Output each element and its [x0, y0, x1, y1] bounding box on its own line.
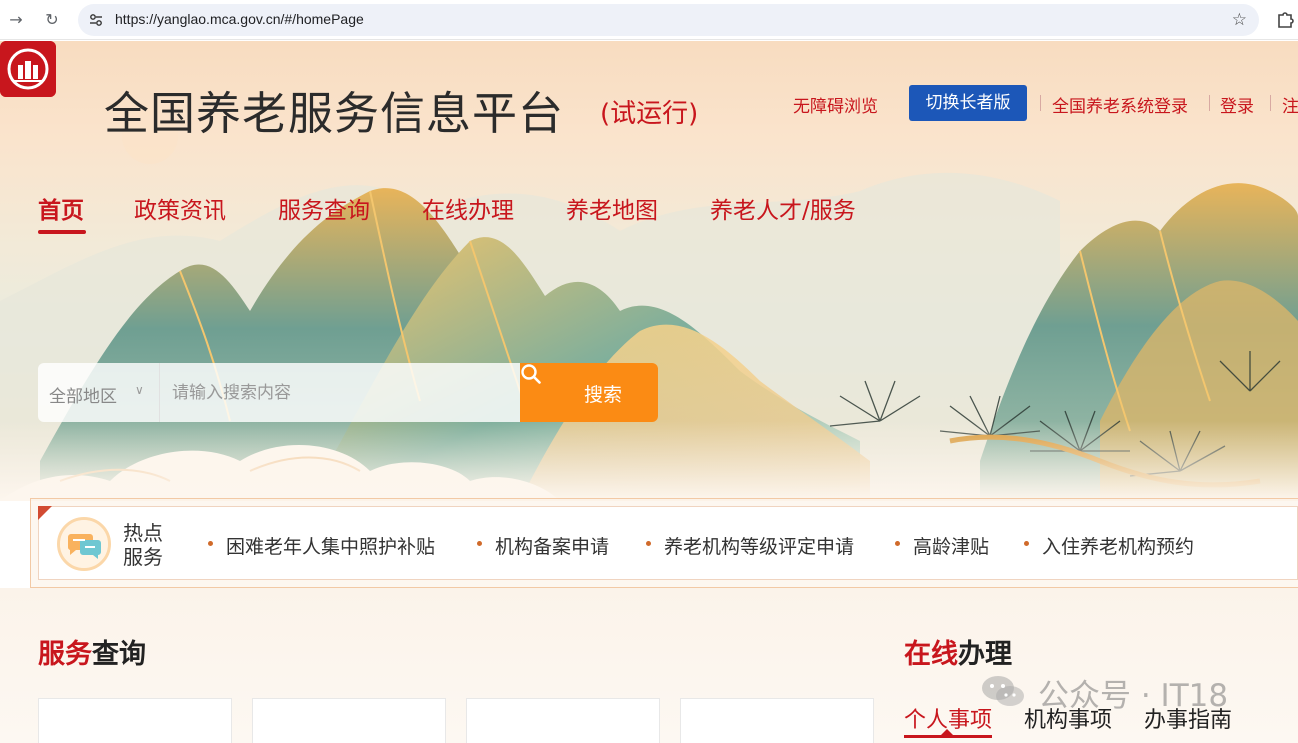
- divider: [1270, 95, 1271, 111]
- hero-banner: 全国养老服务信息平台 (试运行) 无障碍浏览 切换长者版 全国养老系统登录 登录…: [0, 41, 1298, 501]
- nav-online-service[interactable]: 在线办理: [422, 191, 514, 225]
- reload-icon[interactable]: ↻: [41, 9, 63, 31]
- url-text[interactable]: https://yanglao.mca.gov.cn/#/homePage: [115, 11, 364, 27]
- hot-service-link[interactable]: 入住养老机构预约: [1042, 532, 1194, 559]
- chevron-down-icon: ∨: [135, 383, 144, 397]
- browser-toolbar: → ↻ https://yanglao.mca.gov.cn/#/homePag…: [0, 0, 1298, 40]
- hot-service-link[interactable]: 困难老年人集中照护补贴: [226, 532, 435, 559]
- service-card[interactable]: [680, 698, 874, 743]
- elder-mode-button[interactable]: 切换长者版: [909, 85, 1027, 121]
- search-bar: 全部地区 ∨ 搜索: [38, 363, 658, 422]
- watermark-text: 公众号 · IT18: [1038, 678, 1229, 714]
- online-service-heading: 在线办理: [904, 632, 1012, 671]
- site-title: 全国养老服务信息平台: [104, 87, 565, 140]
- service-card[interactable]: [252, 698, 446, 743]
- service-query-heading: 服务查询: [38, 632, 146, 671]
- bullet-icon: [646, 541, 651, 546]
- divider: [1209, 95, 1210, 111]
- nav-service-query[interactable]: 服务查询: [278, 191, 370, 225]
- site-subtitle: (试运行): [600, 99, 699, 129]
- search-button[interactable]: 搜索: [520, 363, 658, 422]
- search-input[interactable]: [159, 363, 521, 422]
- heading-highlight: 在线: [904, 639, 958, 670]
- nav-active-indicator: [38, 230, 86, 234]
- divider: [1040, 95, 1041, 111]
- bullet-icon: [1024, 541, 1029, 546]
- search-icon: [521, 364, 541, 384]
- nav-elderly-map[interactable]: 养老地图: [566, 191, 658, 225]
- hot-service-link[interactable]: 机构备案申请: [495, 532, 609, 559]
- extensions-icon[interactable]: [1275, 8, 1297, 30]
- address-bar[interactable]: https://yanglao.mca.gov.cn/#/homePage ☆: [78, 4, 1259, 36]
- heading-rest: 查询: [92, 639, 146, 670]
- nav-policy-news[interactable]: 政策资讯: [134, 191, 226, 225]
- chat-bubbles-icon: [57, 517, 111, 571]
- hot-service-link[interactable]: 养老机构等级评定申请: [664, 532, 854, 559]
- hot-service-link[interactable]: 高龄津贴: [913, 532, 989, 559]
- region-select[interactable]: 全部地区 ∨: [38, 363, 159, 422]
- ministry-emblem-icon: [0, 41, 56, 97]
- site-settings-icon[interactable]: [88, 12, 104, 28]
- tab-active-indicator: [904, 735, 992, 738]
- heading-rest: 办理: [958, 639, 1012, 670]
- bullet-icon: [895, 541, 900, 546]
- bullet-icon: [208, 541, 213, 546]
- nav-home[interactable]: 首页: [38, 191, 84, 225]
- service-card[interactable]: [38, 698, 232, 743]
- accessible-browsing-link[interactable]: 无障碍浏览: [793, 92, 878, 117]
- bullet-icon: [477, 541, 482, 546]
- heading-highlight: 服务: [38, 639, 92, 670]
- login-link[interactable]: 登录: [1220, 92, 1254, 117]
- search-button-label: 搜索: [584, 384, 623, 406]
- system-login-link[interactable]: 全国养老系统登录: [1052, 92, 1188, 117]
- region-select-value: 全部地区: [49, 387, 117, 407]
- service-card[interactable]: [466, 698, 660, 743]
- register-link[interactable]: 注: [1282, 92, 1298, 117]
- corner-flag: [38, 506, 52, 520]
- wechat-icon: [982, 676, 1024, 706]
- star-icon[interactable]: ☆: [1232, 10, 1247, 30]
- forward-icon[interactable]: →: [5, 9, 27, 31]
- hot-services-title: 热点服务: [123, 521, 163, 569]
- nav-talent-service[interactable]: 养老人才/服务: [710, 191, 856, 225]
